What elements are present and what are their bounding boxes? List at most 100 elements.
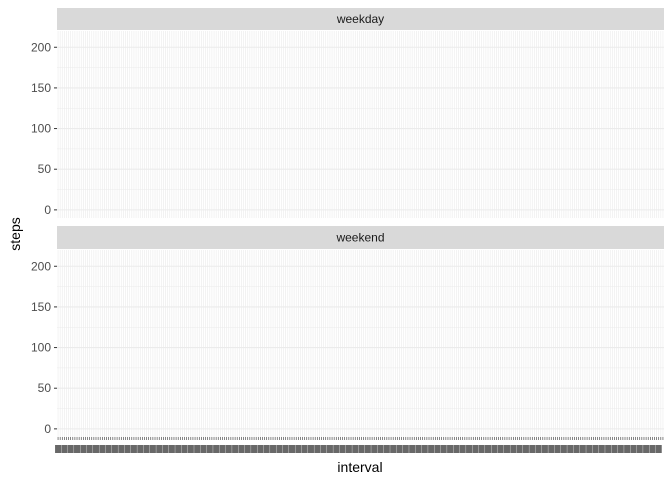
x-tick-label-glyph [175, 445, 182, 453]
x-tick-label-glyph [67, 445, 74, 453]
x-tick-label-glyph [402, 445, 409, 453]
x-tick-label-glyph [390, 445, 397, 453]
x-tick-label-glyph [194, 445, 201, 453]
x-tick-label-glyph [415, 445, 422, 453]
x-tick-label-glyph [529, 445, 536, 453]
y-axis-title: steps [7, 217, 23, 250]
x-tick-label-glyph [573, 445, 580, 453]
x-axis-tick-marks [57, 437, 664, 440]
panel-weekend-y-tick-label: 150 [31, 300, 51, 314]
x-tick-label-glyph [352, 445, 359, 453]
panel-weekday-y-tick-label: 0 [44, 203, 51, 217]
x-tick-label-glyph [409, 445, 416, 453]
x-tick-label-glyph [244, 445, 251, 453]
x-tick-label-glyph [149, 445, 156, 453]
x-tick-label-glyph [434, 445, 441, 453]
x-tick-label-glyph [206, 445, 213, 453]
x-tick-label-glyph [421, 445, 428, 453]
panel-weekend-y-tick-label: 200 [31, 259, 51, 273]
x-tick-label-glyph [345, 445, 352, 453]
x-tick-label-glyph [74, 445, 81, 453]
x-tick-label-glyph [314, 445, 321, 453]
x-tick-label-glyph [554, 445, 561, 453]
x-tick-label-glyph [611, 445, 618, 453]
x-tick-label-glyph [358, 445, 365, 453]
x-tick-label-glyph [307, 445, 314, 453]
panel-weekday-y-tick-label: 150 [31, 81, 51, 95]
x-tick-label-glyph [560, 445, 567, 453]
x-axis-tick-labels [55, 445, 662, 453]
x-tick-label-glyph [567, 445, 574, 453]
x-tick-label-glyph [333, 445, 340, 453]
x-tick-label-glyph [80, 445, 87, 453]
x-tick-label-glyph [516, 445, 523, 453]
x-tick-label-glyph [289, 445, 295, 453]
x-tick-label-glyph [643, 445, 650, 453]
x-tick-label-glyph [522, 445, 529, 453]
x-tick-label-glyph [339, 445, 346, 453]
x-tick-label-glyph [453, 445, 460, 453]
x-tick-label-glyph [181, 445, 188, 453]
x-tick-label-glyph [251, 445, 258, 453]
x-tick-label-glyph [92, 445, 99, 453]
x-tick-label-glyph [118, 445, 125, 453]
x-tick-label-glyph [624, 445, 631, 453]
faceted-chart: weekday 0 50 100 150 200 weekend 0 50 100 150 200 s… [7, 8, 664, 475]
x-tick-label-glyph [655, 445, 662, 453]
x-tick-label-glyph [55, 445, 62, 453]
x-axis-title: interval [337, 459, 382, 475]
x-tick-label-glyph [383, 445, 390, 453]
x-tick-label-glyph [510, 445, 517, 453]
x-tick-label-glyph [485, 445, 492, 453]
x-tick-label-glyph [617, 445, 624, 453]
x-tick-label-glyph [263, 445, 270, 453]
x-tick-label-glyph [586, 445, 593, 453]
panel-weekend-y-tick-label: 0 [44, 422, 51, 436]
x-tick-label-glyph [282, 445, 289, 453]
x-tick-label-glyph [630, 445, 637, 453]
x-tick-label-glyph [466, 445, 473, 453]
panel-weekend-background [57, 250, 664, 437]
x-tick-label-glyph [137, 445, 144, 453]
x-tick-label-glyph [497, 445, 504, 453]
x-tick-label-glyph [225, 445, 232, 453]
x-tick-label-glyph [257, 445, 264, 453]
x-tick-label-glyph [364, 445, 371, 453]
x-tick-label-glyph [295, 445, 302, 453]
panel-weekend-y-tick-label: 50 [38, 381, 52, 395]
x-tick-label-glyph [143, 445, 150, 453]
x-tick-label-glyph [447, 445, 454, 453]
x-tick-label-glyph [459, 445, 466, 453]
x-tick-label-glyph [605, 445, 612, 453]
x-tick-label-glyph [86, 445, 93, 453]
x-tick-label-glyph [213, 445, 220, 453]
x-tick-label-glyph [130, 445, 137, 453]
x-tick-label-glyph [472, 445, 479, 453]
x-tick-label-glyph [326, 445, 333, 453]
panel-weekday-y-tick-label: 50 [38, 162, 52, 176]
x-tick-label-glyph [503, 445, 510, 453]
x-tick-label-glyph [219, 445, 226, 453]
x-tick-label-glyph [111, 445, 118, 453]
x-tick-label-glyph [270, 445, 277, 453]
x-tick-label-glyph [491, 445, 498, 453]
x-tick-label-glyph [396, 445, 403, 453]
x-tick-label-glyph [99, 445, 106, 453]
x-tick-label-glyph [478, 445, 485, 453]
x-tick-label-glyph [371, 445, 378, 453]
x-tick-label-glyph [124, 445, 131, 453]
x-tick-label-glyph [232, 445, 239, 453]
x-tick-label-glyph [535, 445, 542, 453]
x-tick-label-glyph [649, 445, 656, 453]
x-tick-label-glyph [61, 445, 68, 453]
x-tick-label-glyph [440, 445, 447, 453]
x-tick-label-glyph [168, 445, 175, 453]
x-tick-label-glyph [320, 445, 327, 453]
panel-weekday-background [57, 31, 664, 218]
x-tick-label-glyph [162, 445, 169, 453]
x-tick-label-glyph [187, 445, 194, 453]
x-tick-label-glyph [156, 445, 163, 453]
x-tick-label-glyph [105, 445, 112, 453]
panel-weekday-strip-label: weekday [336, 12, 384, 26]
x-tick-label-glyph [377, 445, 384, 453]
